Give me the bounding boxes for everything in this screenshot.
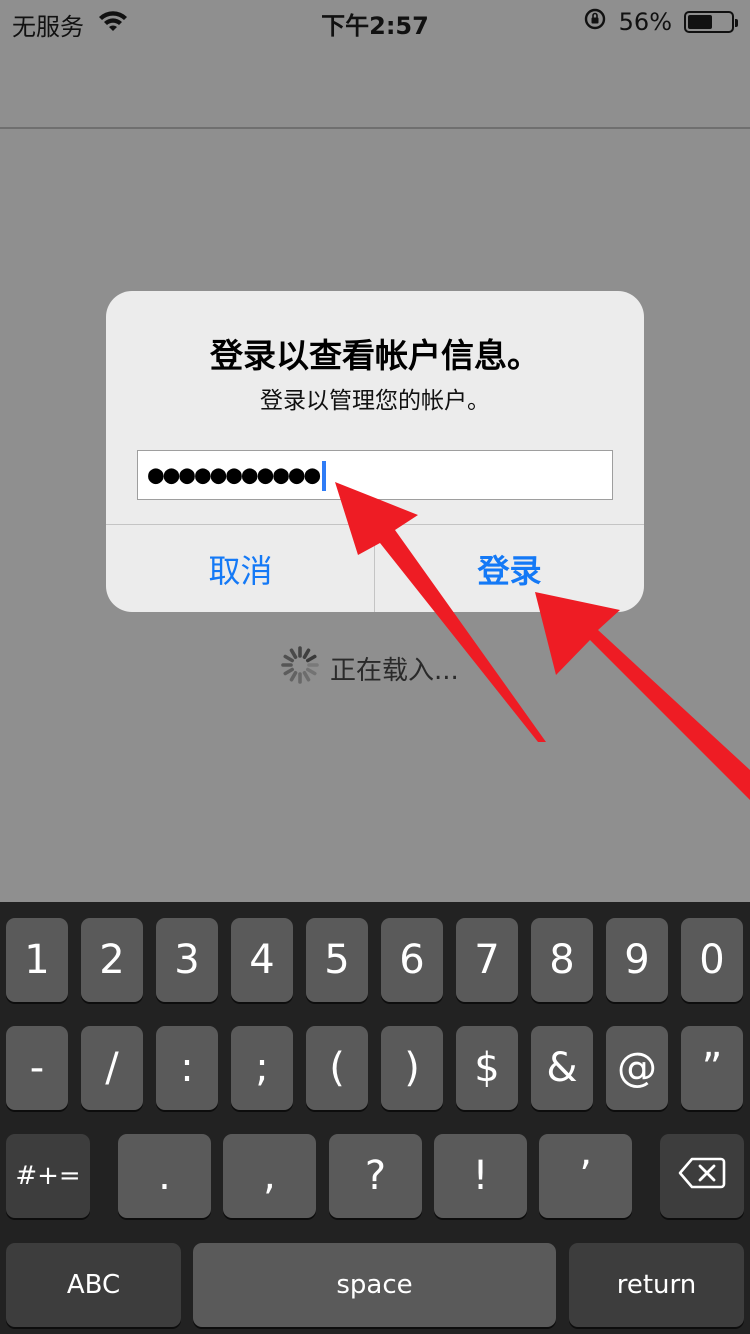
login-button[interactable]: 登录 — [375, 525, 644, 612]
battery-percent: 56% — [618, 8, 672, 36]
key-dollar[interactable]: $ — [456, 1026, 518, 1110]
key-2[interactable]: 2 — [81, 918, 143, 1002]
key-close-paren[interactable]: ) — [381, 1026, 443, 1110]
spinner-tick — [302, 670, 311, 682]
key-open-paren[interactable]: ( — [306, 1026, 368, 1110]
spinner-tick — [283, 654, 295, 663]
loading-indicator: 正在载入... — [280, 645, 459, 692]
key-8[interactable]: 8 — [531, 918, 593, 1002]
return-key[interactable]: return — [569, 1243, 744, 1327]
status-bar: 无服务 下午2:57 56% — [0, 0, 750, 42]
spinner-tick — [305, 667, 317, 676]
battery-fill — [688, 15, 712, 29]
spinner-tick — [289, 670, 298, 682]
key-0[interactable]: 0 — [681, 918, 743, 1002]
alert-message: 登录以管理您的帐户。 — [260, 388, 490, 414]
backspace-icon — [678, 1156, 726, 1197]
status-right: 56% — [583, 7, 738, 37]
space-key[interactable]: space — [193, 1243, 556, 1327]
spinner-icon — [280, 645, 320, 692]
spinner-tick — [289, 648, 298, 660]
key-3[interactable]: 3 — [156, 918, 218, 1002]
key-ampersand[interactable]: & — [531, 1026, 593, 1110]
login-alert-dialog: 登录以查看帐户信息。 登录以管理您的帐户。 ●●●●●●●●●●● 取消 登录 — [106, 291, 644, 612]
key-1[interactable]: 1 — [6, 918, 68, 1002]
password-value: ●●●●●●●●●●● — [148, 460, 321, 490]
key-5[interactable]: 5 — [306, 918, 368, 1002]
arrow-to-login-button — [535, 592, 750, 800]
key-at[interactable]: @ — [606, 1026, 668, 1110]
key-colon[interactable]: : — [156, 1026, 218, 1110]
key-abc[interactable]: ABC — [6, 1243, 181, 1327]
key-hyphen[interactable]: - — [6, 1026, 68, 1110]
key-6[interactable]: 6 — [381, 918, 443, 1002]
spinner-tick — [305, 654, 317, 663]
key-apostrophe[interactable]: ’ — [539, 1134, 632, 1218]
key-slash[interactable]: / — [81, 1026, 143, 1110]
text-caret — [322, 460, 327, 491]
key-exclamation[interactable]: ! — [434, 1134, 527, 1218]
key-semicolon[interactable]: ; — [231, 1026, 293, 1110]
navigation-bar — [0, 42, 750, 129]
key-question[interactable]: ? — [329, 1134, 422, 1218]
spinner-tick — [283, 667, 295, 676]
loading-text: 正在载入... — [330, 656, 459, 686]
spinner-tick — [302, 648, 311, 660]
cancel-button[interactable]: 取消 — [106, 525, 375, 612]
rotation-lock-icon — [583, 7, 607, 37]
password-field[interactable]: ●●●●●●●●●●● — [137, 450, 613, 500]
key-period[interactable]: . — [118, 1134, 211, 1218]
key-quote[interactable]: ” — [681, 1026, 743, 1110]
keyboard: 1 2 3 4 5 6 7 8 9 0 - / : ; ( ) $ & @ ” … — [0, 902, 750, 1334]
alert-title: 登录以查看帐户信息。 — [210, 336, 540, 375]
key-comma[interactable]: , — [223, 1134, 316, 1218]
battery-icon — [684, 11, 738, 33]
key-more-symbols[interactable]: #+= — [6, 1134, 90, 1218]
key-9[interactable]: 9 — [606, 918, 668, 1002]
key-7[interactable]: 7 — [456, 918, 518, 1002]
key-4[interactable]: 4 — [231, 918, 293, 1002]
backspace-key[interactable] — [660, 1134, 744, 1218]
